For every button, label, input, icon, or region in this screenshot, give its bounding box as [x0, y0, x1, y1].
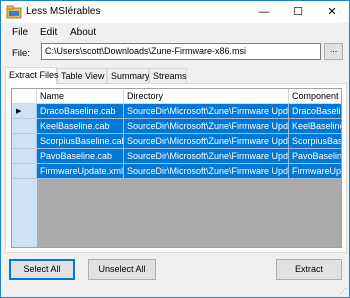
cell-component[interactable]: DracoBaseline — [289, 104, 341, 119]
file-label: File: — [12, 48, 30, 59]
cell-directory[interactable]: SourceDir\Microsoft\Zune\Firmware Update… — [124, 119, 289, 134]
maximize-button[interactable]: ☐ — [281, 1, 315, 23]
row-header[interactable]: ▶ — [12, 104, 37, 119]
menu-about[interactable]: About — [70, 27, 96, 38]
current-row-icon: ▶ — [16, 108, 22, 115]
unselect-all-button[interactable]: Unselect All — [88, 259, 156, 280]
tab-table-view[interactable]: Table View — [57, 68, 107, 83]
files-grid[interactable]: Name Directory Component ▶ DracoBaseline… — [11, 88, 342, 248]
row-header-filler — [12, 179, 37, 247]
app-window: Less MSIérables — ☐ ✕ File Edit About Fi… — [0, 0, 350, 298]
menu-file[interactable]: File — [12, 27, 28, 38]
file-path-field[interactable]: C:\Users\scott\Downloads\Zune-Firmware-x… — [41, 43, 321, 60]
column-header-directory[interactable]: Directory — [124, 89, 289, 104]
resize-grip-icon[interactable]: ⋰ — [340, 287, 347, 295]
row-header[interactable] — [12, 119, 37, 134]
extract-files-panel: Name Directory Component ▶ DracoBaseline… — [5, 83, 347, 253]
table-row[interactable]: ▶ DracoBaseline.cab SourceDir\Microsoft\… — [12, 104, 341, 119]
cell-component[interactable]: PavoBaseline — [289, 149, 341, 164]
row-header[interactable] — [12, 149, 37, 164]
tab-extract-files[interactable]: Extract Files — [5, 67, 59, 84]
cell-name[interactable]: DracoBaseline.cab — [37, 104, 124, 119]
column-header-name[interactable]: Name — [37, 89, 124, 104]
menu-bar: File Edit About — [1, 23, 349, 41]
window-title: Less MSIérables — [26, 6, 101, 17]
table-row[interactable]: ScorpiusBaseline.cab SourceDir\Microsoft… — [12, 134, 341, 149]
column-header-component[interactable]: Component — [289, 89, 341, 104]
select-all-button[interactable]: Select All — [9, 259, 75, 280]
row-header[interactable] — [12, 164, 37, 179]
table-row[interactable]: PavoBaseline.cab SourceDir\Microsoft\Zun… — [12, 149, 341, 164]
cell-directory[interactable]: SourceDir\Microsoft\Zune\Firmware Update… — [124, 149, 289, 164]
cell-component[interactable]: FirmwareUpda — [289, 164, 341, 179]
row-header[interactable] — [12, 134, 37, 149]
close-button[interactable]: ✕ — [315, 1, 349, 23]
tab-strip: Extract Files Table View Summary Streams — [5, 67, 347, 84]
cell-component[interactable]: ScorpiusBasel — [289, 134, 341, 149]
cell-directory[interactable]: SourceDir\Microsoft\Zune\Firmware Update… — [124, 134, 289, 149]
menu-edit[interactable]: Edit — [40, 27, 57, 38]
extract-button[interactable]: Extract — [276, 259, 342, 280]
table-row[interactable]: FirmwareUpdate.xml SourceDir\Microsoft\Z… — [12, 164, 341, 179]
title-bar[interactable]: Less MSIérables — ☐ ✕ — [1, 1, 349, 23]
cell-name[interactable]: PavoBaseline.cab — [37, 149, 124, 164]
tab-summary[interactable]: Summary — [107, 68, 150, 83]
minimize-button[interactable]: — — [247, 1, 281, 23]
cell-name[interactable]: ScorpiusBaseline.cab — [37, 134, 124, 149]
row-header-corner[interactable] — [12, 89, 37, 104]
table-row[interactable]: KeelBaseline.cab SourceDir\Microsoft\Zun… — [12, 119, 341, 134]
browse-button[interactable]: ... — [324, 43, 343, 60]
cell-name[interactable]: FirmwareUpdate.xml — [37, 164, 124, 179]
grid-header: Name Directory Component — [12, 89, 341, 104]
cell-component[interactable]: KeelBaselineC — [289, 119, 341, 134]
cell-directory[interactable]: SourceDir\Microsoft\Zune\Firmware Update… — [124, 104, 289, 119]
tab-streams[interactable]: Streams — [149, 68, 187, 83]
cell-name[interactable]: KeelBaseline.cab — [37, 119, 124, 134]
cell-directory[interactable]: SourceDir\Microsoft\Zune\Firmware Update… — [124, 164, 289, 179]
app-icon — [6, 5, 22, 19]
